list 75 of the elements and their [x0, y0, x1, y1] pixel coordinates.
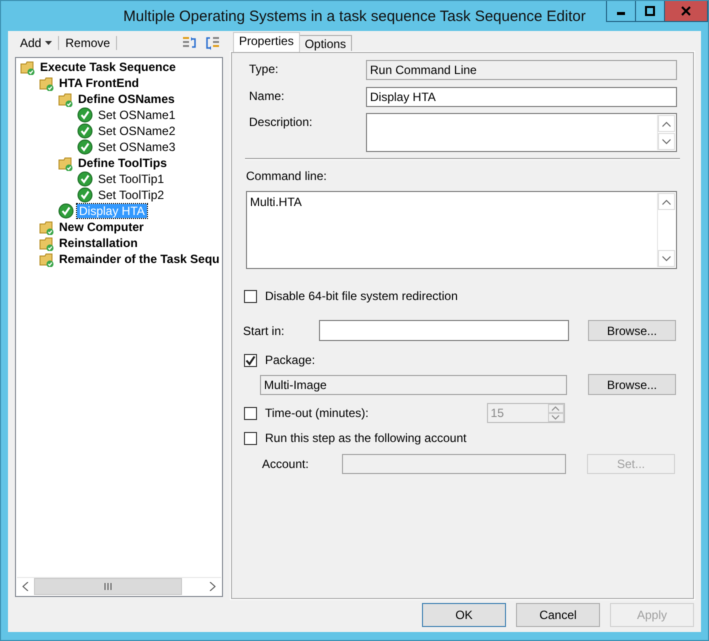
- tree-item[interactable]: Set OSName3: [96, 140, 178, 154]
- close-icon: [681, 6, 691, 16]
- folder-icon: [39, 76, 54, 90]
- checkbox-label: Package:: [265, 353, 316, 367]
- close-button[interactable]: [664, 1, 708, 22]
- window-title: Multiple Operating Systems in a task sequence Task Sequence Editor: [123, 8, 586, 24]
- scroll-down-icon: [662, 256, 671, 262]
- field-label: Name:: [248, 88, 286, 103]
- tree-item[interactable]: Set ToolTip1: [96, 172, 166, 186]
- field-label: Type:: [248, 61, 280, 76]
- name-field[interactable]: Display HTA: [366, 87, 677, 107]
- folder-icon: [58, 92, 73, 106]
- checkbox-label: Run this step as the following account: [265, 431, 466, 445]
- checkmark-icon: [77, 107, 93, 123]
- type-field: Run Command Line: [366, 60, 677, 80]
- checkmark-icon: [77, 187, 93, 203]
- caret-icon: [45, 41, 52, 45]
- folder-icon: [39, 220, 54, 234]
- tree-item[interactable]: HTA FrontEnd: [57, 76, 141, 90]
- checkbox[interactable]: [244, 432, 257, 444]
- command-text: Multi.HTA: [249, 194, 303, 211]
- checkbox[interactable]: [244, 354, 257, 366]
- add-button[interactable]: Add: [15, 34, 58, 52]
- dialog-button[interactable]: OK: [422, 603, 506, 627]
- field-label: Account:: [262, 457, 310, 471]
- remove-button[interactable]: Remove: [60, 34, 116, 52]
- maximize-icon: [645, 6, 655, 16]
- folder-icon: [39, 236, 54, 250]
- field-label: Start in:: [243, 324, 286, 338]
- folder-icon: [20, 60, 35, 74]
- checkmark-icon: [245, 354, 256, 366]
- tree-item[interactable]: Define OSNames: [76, 92, 177, 106]
- package-field: Multi-Image: [260, 374, 567, 394]
- tree-item[interactable]: Set OSName2: [96, 124, 178, 138]
- field-label: Description:: [248, 114, 314, 129]
- tree-item[interactable]: Define ToolTips: [76, 156, 169, 170]
- checkbox-label: Time-out (minutes):: [265, 406, 369, 420]
- field-label: Command line:: [246, 169, 328, 183]
- grip-icon: [104, 583, 112, 590]
- scroll-right-icon: [209, 582, 216, 591]
- scroll-up-icon: [662, 120, 671, 126]
- scroll-down-icon: [662, 138, 671, 144]
- scroll-left-icon: [22, 582, 29, 591]
- tree-item[interactable]: Remainder of the Task Sequ: [57, 252, 222, 266]
- minimize-button[interactable]: [606, 1, 636, 22]
- browse-button[interactable]: Browse...: [588, 320, 676, 341]
- checkmark-icon: [77, 123, 93, 139]
- horizontal-scrollbar[interactable]: [17, 577, 221, 595]
- tree-item[interactable]: Reinstallation: [57, 236, 140, 250]
- description-field[interactable]: [366, 113, 677, 152]
- checkmark-icon: [58, 203, 74, 219]
- tree-item[interactable]: Execute Task Sequence: [38, 60, 178, 74]
- tab[interactable]: Properties: [233, 32, 300, 52]
- checkmark-icon: [77, 171, 93, 187]
- checkbox[interactable]: [244, 290, 257, 302]
- scroll-thumb[interactable]: [34, 578, 182, 595]
- command-line-field[interactable]: Multi.HTA: [246, 191, 677, 269]
- tree-item[interactable]: Set ToolTip2: [96, 188, 166, 202]
- scroll-up-icon: [662, 198, 671, 204]
- spin-up-icon: [551, 406, 560, 411]
- folder-icon: [39, 252, 54, 266]
- dialog-button[interactable]: Cancel: [516, 603, 600, 627]
- list-arrow-icon: [204, 35, 220, 51]
- checkmark-icon: [77, 139, 93, 155]
- browse-button[interactable]: Browse...: [588, 374, 676, 395]
- spin-down-icon: [551, 415, 560, 420]
- folder-icon: [58, 156, 73, 170]
- tab[interactable]: Options: [298, 35, 352, 52]
- tree-item[interactable]: New Computer: [57, 220, 146, 234]
- vertical-scrollbar[interactable]: [657, 115, 675, 150]
- tree-item[interactable]: Set OSName1: [96, 108, 178, 122]
- checkbox-label: Disable 64-bit file system redirection: [265, 289, 458, 303]
- vertical-scrollbar[interactable]: [657, 193, 675, 267]
- list-arrow-icon: [182, 35, 198, 51]
- start-in-field[interactable]: [319, 320, 569, 341]
